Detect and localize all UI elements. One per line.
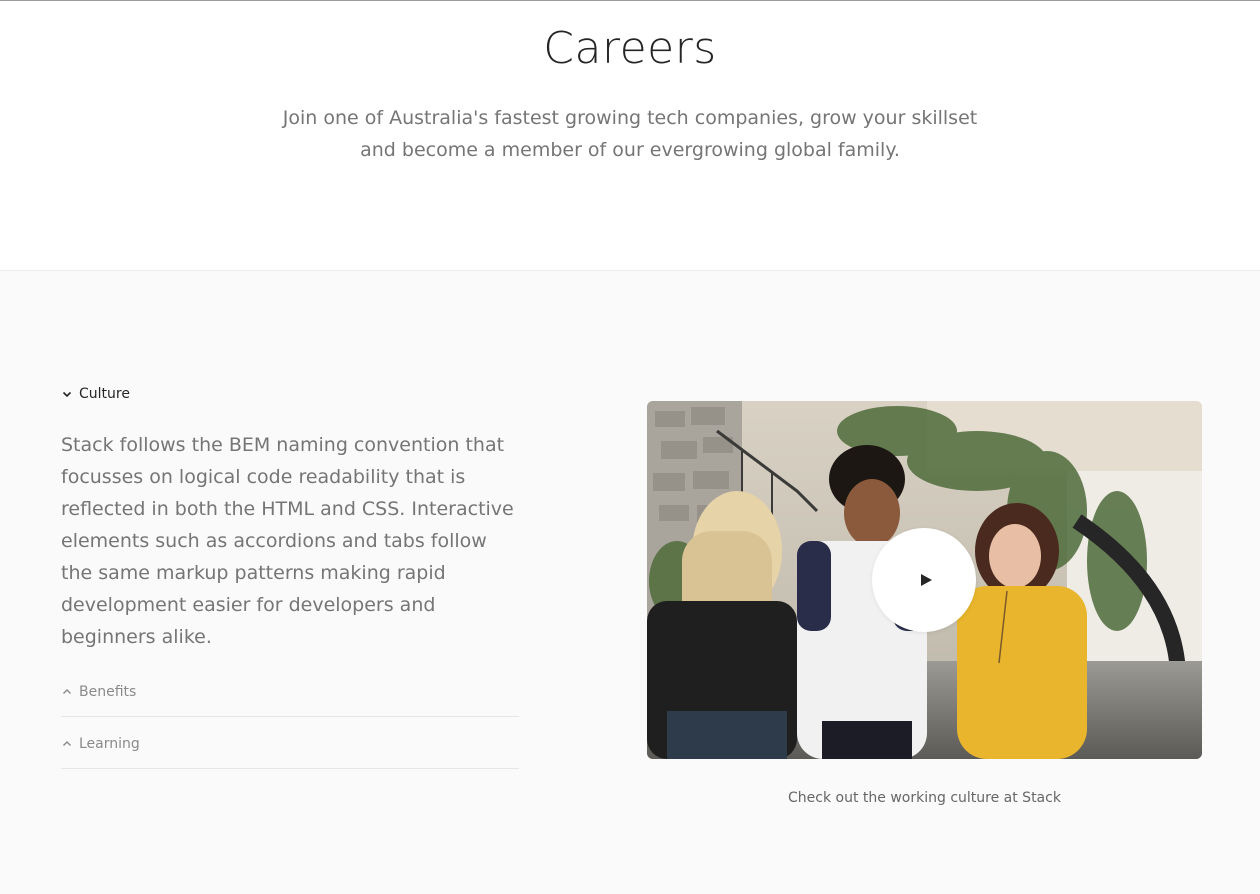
accordion-item-benefits: Benefits (61, 665, 519, 717)
accordion-label-learning: Learning (79, 736, 140, 752)
accordion-label-culture: Culture (79, 386, 130, 402)
page-title: Careers (543, 23, 717, 74)
video-caption: Check out the working culture at Stack (788, 790, 1061, 806)
accordion-toggle-culture[interactable]: Culture (61, 381, 519, 407)
hero-section: Careers Join one of Australia's fastest … (0, 1, 1260, 271)
play-icon (921, 574, 932, 586)
accordion-toggle-benefits[interactable]: Benefits (61, 679, 519, 705)
chevron-up-icon (61, 686, 73, 698)
page-subtitle: Join one of Australia's fastest growing … (282, 107, 978, 161)
careers-accordion: Culture Stack follows the BEM naming con… (61, 381, 519, 769)
accordion-body-culture: Stack follows the BEM naming convention … (61, 434, 514, 648)
culture-video[interactable] (647, 401, 1202, 759)
accordion-toggle-learning[interactable]: Learning (61, 731, 519, 757)
careers-page: Careers Join one of Australia's fastest … (0, 0, 1260, 894)
accordion-item-culture: Culture Stack follows the BEM naming con… (61, 381, 519, 653)
accordion-label-benefits: Benefits (79, 684, 137, 700)
chevron-up-icon (61, 738, 73, 750)
play-button[interactable] (872, 528, 976, 632)
chevron-down-icon (61, 388, 73, 400)
culture-section: Culture Stack follows the BEM naming con… (0, 271, 1260, 894)
accordion-item-learning: Learning (61, 717, 519, 769)
